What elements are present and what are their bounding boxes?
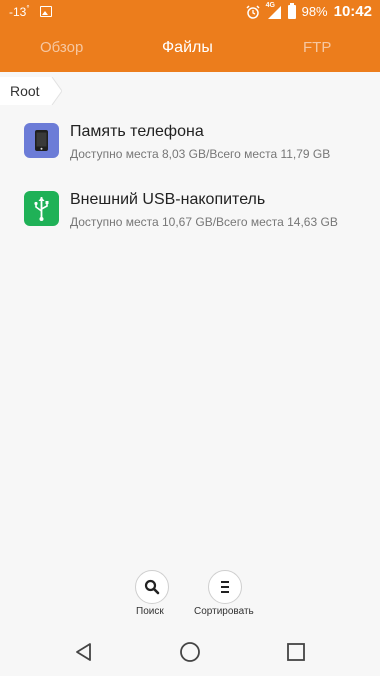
home-icon[interactable] <box>178 640 202 664</box>
sort-label: Сортировать <box>194 606 254 617</box>
tab-ftp[interactable]: FTP <box>303 39 331 56</box>
storage-title: Внешний USB-накопитель <box>70 191 266 208</box>
battery-percentage: 98% <box>301 4 328 19</box>
phone-memory-icon <box>24 123 59 158</box>
recent-apps-icon[interactable] <box>284 640 308 664</box>
signal-icon: 4G <box>266 2 282 19</box>
search-label: Поиск <box>136 606 164 617</box>
search-button[interactable] <box>135 570 169 604</box>
back-icon[interactable] <box>72 640 96 664</box>
storage-subtitle: Доступно места 10,67 GB/Всего места 14,6… <box>70 215 338 229</box>
storage-subtitle: Доступно места 8,03 GB/Всего места 11,79… <box>70 147 331 161</box>
status-left: -13° <box>9 4 52 19</box>
navigation-bar <box>0 626 380 676</box>
breadcrumb-root[interactable]: Root <box>0 77 48 105</box>
search-icon <box>144 579 160 595</box>
bottom-actions: Поиск Сортировать <box>0 570 380 620</box>
clock: 10:42 <box>333 3 372 20</box>
breadcrumb-chevron-icon <box>47 77 62 105</box>
status-right: 4G 98% 10:42 <box>246 2 372 20</box>
battery-icon <box>287 2 296 19</box>
sort-icon <box>221 581 229 593</box>
tab-bar: Обзор Файлы FTP <box>0 34 380 64</box>
status-bar: -13° 4G 98% 10:42 <box>0 0 380 24</box>
tab-overview[interactable]: Обзор <box>40 39 83 56</box>
weather-temperature: -13° <box>9 4 30 19</box>
app-header: -13° 4G 98% 10:42 Обзор Файлы FTP <box>0 0 380 72</box>
tab-files[interactable]: Файлы <box>162 39 213 57</box>
storage-item-phone[interactable]: Память телефона Доступно места 8,03 GB/В… <box>0 110 380 174</box>
sort-button[interactable] <box>208 570 242 604</box>
usb-icon <box>24 191 59 226</box>
gallery-notification-icon <box>39 6 52 17</box>
storage-item-usb[interactable]: Внешний USB-накопитель Доступно места 10… <box>0 178 380 242</box>
breadcrumb: Root <box>0 76 62 106</box>
storage-title: Память телефона <box>70 123 204 140</box>
alarm-icon <box>246 4 260 19</box>
